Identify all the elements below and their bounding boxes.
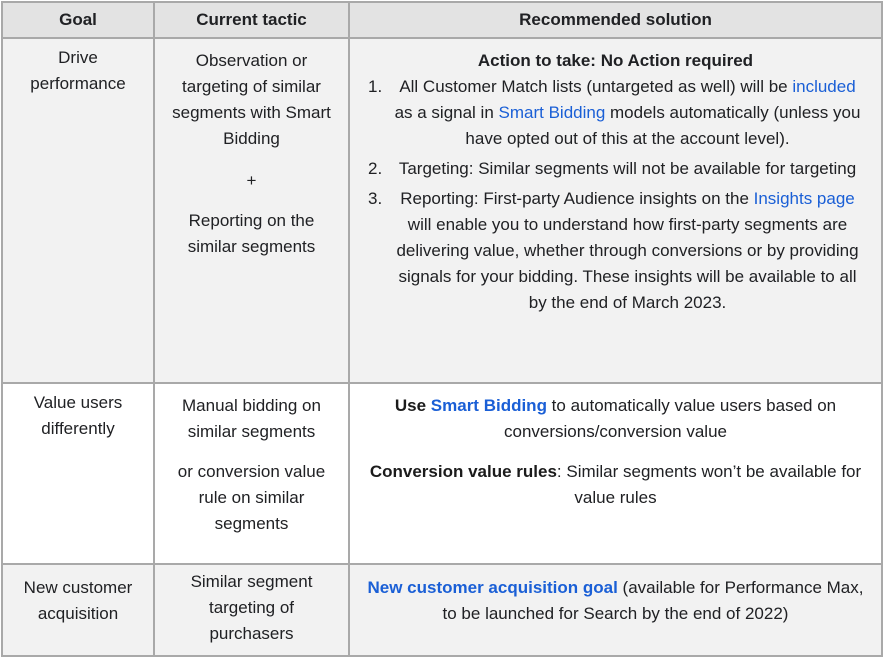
solution-cell: Use Smart Bidding to automatically value…	[348, 382, 883, 565]
step-text: will enable you to understand how first-…	[396, 215, 859, 312]
list-item: 2. Targeting: Similar segments will not …	[364, 156, 867, 182]
header-recommended-solution: Recommended solution	[348, 1, 883, 39]
solution-paragraph: Use Smart Bidding to automatically value…	[364, 393, 867, 445]
new-customer-acquisition-goal-link[interactable]: New customer acquisition goal	[368, 578, 618, 597]
goal-cell: Drive performance	[1, 37, 155, 384]
header-row: Goal Current tactic Recommended solution	[1, 1, 883, 39]
goal-cell: New customer acquisition	[1, 563, 155, 657]
header-goal: Goal	[1, 1, 155, 39]
tactic-text: Observation or targeting of similar segm…	[172, 51, 331, 148]
list-number: 2.	[368, 159, 383, 178]
action-title: Action to take: No Action required	[477, 51, 754, 70]
header-current-tactic: Current tactic	[153, 1, 350, 39]
plus-separator: +	[246, 171, 257, 190]
list-item: 3. Reporting: First-party Audience insig…	[364, 186, 867, 316]
smart-bidding-link[interactable]: Smart Bidding	[499, 103, 606, 122]
tactic-text: Similar segment targeting of purchasers	[190, 572, 313, 643]
recommendations-table: Goal Current tactic Recommended solution…	[1, 1, 883, 657]
bold-text: Use	[394, 396, 431, 415]
solution-paragraph: Conversion value rules: Similar segments…	[364, 459, 867, 511]
step-text: as a signal in	[394, 103, 499, 122]
goal-text: Drive performance	[30, 48, 126, 93]
step-text: Reporting: First-party Audience insights…	[400, 189, 754, 208]
smart-bidding-link[interactable]: Smart Bidding	[431, 396, 547, 415]
solution-paragraph: New customer acquisition goal (available…	[364, 575, 867, 627]
table-row: Value users differently Manual bidding o…	[1, 382, 883, 565]
solution-cell: Action to take: No Action required 1. Al…	[348, 37, 883, 384]
step-text: All Customer Match lists (untargeted as …	[399, 77, 793, 96]
bold-text: Conversion value rules	[369, 462, 557, 481]
list-number: 1.	[368, 77, 383, 96]
solution-cell: New customer acquisition goal (available…	[348, 563, 883, 657]
solution-text: to automatically value users based on co…	[503, 396, 837, 441]
step-text: Targeting: Similar segments will not be …	[398, 159, 857, 178]
goal-text: Value users differently	[33, 393, 123, 438]
goal-cell: Value users differently	[1, 382, 155, 565]
insights-page-link[interactable]: Insights page	[754, 189, 855, 208]
tactic-text: Reporting on the similar segments	[187, 211, 316, 256]
solution-text: : Similar segments won’t be available fo…	[556, 462, 862, 507]
tactic-cell: Manual bidding on similar segments or co…	[153, 382, 350, 565]
included-link[interactable]: included	[792, 77, 855, 96]
table-row: New customer acquisition Similar segment…	[1, 563, 883, 657]
tactic-cell: Similar segment targeting of purchasers	[153, 563, 350, 657]
tactic-cell: Observation or targeting of similar segm…	[153, 37, 350, 384]
list-item: 1. All Customer Match lists (untargeted …	[364, 74, 867, 152]
tactic-text: Manual bidding on similar segments	[182, 396, 321, 441]
steps-list: 1. All Customer Match lists (untargeted …	[364, 74, 867, 316]
list-number: 3.	[368, 189, 383, 208]
goal-text: New customer acquisition	[23, 578, 133, 623]
tactic-text: or conversion value rule on similar segm…	[177, 462, 326, 533]
table-row: Drive performance Observation or targeti…	[1, 37, 883, 384]
